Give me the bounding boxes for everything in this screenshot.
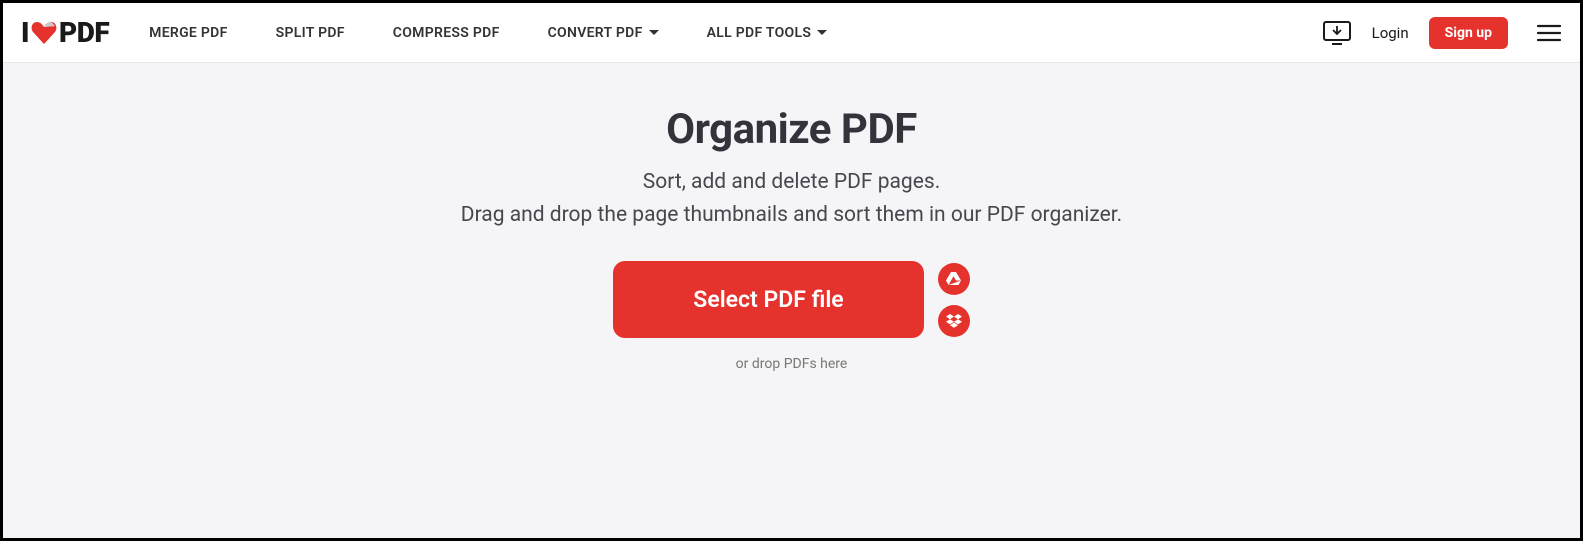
page-subtitle: Sort, add and delete PDF pages. Drag and… (461, 166, 1122, 231)
logo-text-prefix: I (21, 16, 29, 49)
dropbox-icon (946, 314, 962, 328)
nav-compress-pdf[interactable]: COMPRESS PDF (393, 25, 500, 41)
google-drive-icon (946, 272, 961, 285)
nav-split-pdf[interactable]: SPLIT PDF (276, 25, 345, 41)
nav-merge-pdf[interactable]: MERGE PDF (149, 25, 227, 41)
chevron-down-icon (649, 30, 659, 35)
dropbox-button[interactable] (938, 305, 970, 337)
logo-text-suffix: PDF (59, 16, 109, 49)
cloud-buttons (938, 263, 970, 337)
header-right: Login Sign up (1322, 17, 1562, 49)
chevron-down-icon (817, 30, 827, 35)
download-desktop-icon[interactable] (1322, 20, 1352, 46)
drop-hint: or drop PDFs here (736, 356, 848, 372)
nav-all-tools-label: ALL PDF TOOLS (707, 25, 812, 41)
menu-icon[interactable] (1536, 23, 1562, 43)
subtitle-line-1: Sort, add and delete PDF pages. (643, 170, 940, 194)
page-title: Organize PDF (666, 105, 917, 154)
upload-row: Select PDF file (613, 261, 969, 338)
nav-convert-pdf[interactable]: CONVERT PDF (548, 25, 659, 41)
logo[interactable]: I PDF (21, 16, 109, 49)
signup-button[interactable]: Sign up (1429, 17, 1508, 49)
login-link[interactable]: Login (1372, 24, 1409, 42)
heart-icon (31, 21, 57, 45)
select-pdf-button[interactable]: Select PDF file (613, 261, 923, 338)
subtitle-line-2: Drag and drop the page thumbnails and so… (461, 203, 1122, 227)
main-nav: MERGE PDF SPLIT PDF COMPRESS PDF CONVERT… (149, 25, 827, 41)
main-content: Organize PDF Sort, add and delete PDF pa… (3, 63, 1580, 372)
google-drive-button[interactable] (938, 263, 970, 295)
nav-all-pdf-tools[interactable]: ALL PDF TOOLS (707, 25, 828, 41)
nav-convert-label: CONVERT PDF (548, 25, 643, 41)
header: I PDF MERGE PDF SPLIT PDF COMPRESS PDF C… (3, 3, 1580, 63)
